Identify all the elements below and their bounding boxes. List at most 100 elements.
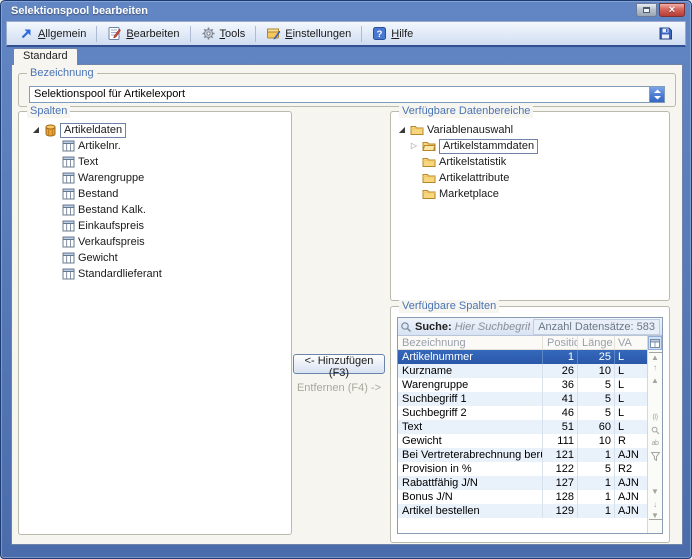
- search-input[interactable]: Hier Suchbegriff einge: [455, 321, 531, 333]
- menu-hilfe[interactable]: ? Hilfe: [366, 24, 419, 43]
- move-bottom-icon[interactable]: ▼: [649, 511, 662, 520]
- search-bar[interactable]: Suche: Hier Suchbegriff einge Anzahl Dat…: [398, 318, 662, 336]
- tree-node-artikelstatistik[interactable]: Artikelstatistik: [397, 154, 665, 170]
- column-header-laenge[interactable]: Länge: [577, 336, 614, 349]
- database-icon: [44, 124, 57, 137]
- tree-item[interactable]: Einkaufspreis: [31, 218, 287, 234]
- column-chooser-icon[interactable]: [648, 336, 662, 350]
- column-header-va[interactable]: VA: [614, 336, 647, 349]
- page-down-icon[interactable]: ▼: [649, 485, 662, 498]
- tree-item[interactable]: Gewicht: [31, 250, 287, 266]
- group-label: Bezeichnung: [27, 67, 97, 80]
- grid-row[interactable]: Suchbegriff 1 41 5 L: [398, 392, 647, 406]
- search-row-icon[interactable]: [649, 424, 662, 437]
- spalten-group: Spalten ◢ Artikeldaten Artikelnr.: [18, 111, 292, 535]
- grid-row[interactable]: Suchbegriff 2 46 5 L: [398, 406, 647, 420]
- gear-icon: [201, 26, 216, 41]
- tree-node-marketplace[interactable]: Marketplace: [397, 186, 665, 202]
- menu-bearbeiten[interactable]: Bearbeiten: [101, 24, 185, 43]
- close-button[interactable]: ×: [659, 3, 685, 17]
- cell-va: L: [614, 392, 647, 406]
- restore-button[interactable]: [636, 3, 657, 17]
- grid-row[interactable]: Artikelnummer 1 25 L: [398, 350, 647, 364]
- datenbereiche-tree: ◢ Variablenauswahl ▷ Artikelstammdaten A…: [391, 112, 669, 202]
- cell-bezeichnung: Bonus J/N: [398, 490, 542, 504]
- cell-laenge: 10: [577, 364, 614, 378]
- tree-node-variablenauswahl[interactable]: ◢ Variablenauswahl: [397, 122, 665, 138]
- cell-laenge: 60: [577, 420, 614, 434]
- incremental-search-icon[interactable]: ab: [649, 437, 662, 450]
- tree-item[interactable]: Warengruppe: [31, 170, 287, 186]
- settings-icon: [266, 26, 281, 41]
- cell-laenge: 5: [577, 378, 614, 392]
- grid-row[interactable]: Text 51 60 L: [398, 420, 647, 434]
- cell-laenge: 5: [577, 406, 614, 420]
- close-icon: ×: [669, 5, 675, 15]
- dialog-window: Selektionspool bearbeiten × Allgemein: [0, 0, 692, 559]
- grid-row[interactable]: Bonus J/N 128 1 AJN: [398, 490, 647, 504]
- cell-laenge: 25: [577, 350, 614, 364]
- columns-grid: Bezeichnung Position Länge VA Artikelnum…: [398, 336, 647, 533]
- restore-icon: [643, 7, 650, 13]
- combobox-dropdown-button[interactable]: [649, 87, 664, 102]
- menu-einstellungen[interactable]: Einstellungen: [260, 24, 357, 43]
- tree-item-label: Bestand: [78, 188, 118, 200]
- collapse-icon[interactable]: ◢: [31, 125, 41, 135]
- cell-bezeichnung: Gewicht: [398, 434, 542, 448]
- move-up-icon[interactable]: ↑: [649, 361, 662, 374]
- table-column-icon: [62, 188, 75, 200]
- grid-row[interactable]: Warengruppe 36 5 L: [398, 378, 647, 392]
- tree-item[interactable]: Standardlieferant: [31, 266, 287, 282]
- folder-icon: [422, 172, 436, 184]
- hinzufuegen-button[interactable]: <- Hinzufügen (F3): [293, 354, 385, 374]
- tab-standard[interactable]: Standard: [13, 48, 78, 65]
- menu-label: Bearbeiten: [126, 28, 179, 40]
- tree-item[interactable]: Verkaufspreis: [31, 234, 287, 250]
- grid-row[interactable]: Kurzname 26 10 L: [398, 364, 647, 378]
- titlebar[interactable]: Selektionspool bearbeiten ×: [1, 1, 691, 21]
- grid-row[interactable]: Provision in % 122 5 R2: [398, 462, 647, 476]
- grid-row[interactable]: Artikel bestellen 129 1 AJN: [398, 504, 647, 518]
- cell-bezeichnung: Bei Vertreterabrechnung berücksichtige: [398, 448, 542, 462]
- filter-icon[interactable]: [649, 450, 662, 463]
- arrow-up-right-icon: [19, 26, 34, 41]
- band-box-icon[interactable]: (I): [649, 411, 662, 424]
- svg-text:?: ?: [377, 29, 383, 40]
- move-top-icon[interactable]: ▲: [649, 352, 662, 361]
- titlebar-buttons: ×: [636, 3, 685, 17]
- bezeichnung-combobox[interactable]: Selektionspool für Artikelexport: [29, 86, 665, 103]
- tree-item[interactable]: Artikelnr.: [31, 138, 287, 154]
- cell-va: R2: [614, 462, 647, 476]
- cell-va: L: [614, 406, 647, 420]
- save-button[interactable]: [652, 24, 679, 43]
- collapse-icon[interactable]: ◢: [397, 125, 407, 135]
- menu-tools[interactable]: Tools: [195, 24, 252, 43]
- tree-item[interactable]: Text: [31, 154, 287, 170]
- grid-row[interactable]: Bei Vertreterabrechnung berücksichtige 1…: [398, 448, 647, 462]
- menu-allgemein[interactable]: Allgemein: [13, 24, 92, 43]
- tree-item[interactable]: Bestand: [31, 186, 287, 202]
- cell-position: 127: [542, 476, 577, 490]
- expand-icon[interactable]: ▷: [409, 141, 419, 151]
- bezeichnung-group: Bezeichnung Selektionspool für Artikelex…: [18, 73, 676, 107]
- tree-node-label: Artikeldaten: [60, 123, 126, 138]
- cell-position: 51: [542, 420, 577, 434]
- column-header-bezeichnung[interactable]: Bezeichnung: [398, 336, 542, 349]
- column-header-position[interactable]: Position: [542, 336, 577, 349]
- tree-item-label: Gewicht: [78, 252, 118, 264]
- spalten-tree: ◢ Artikeldaten Artikelnr. Text: [19, 112, 291, 282]
- tree-node-artikelattribute[interactable]: Artikelattribute: [397, 170, 665, 186]
- entfernen-button[interactable]: Entfernen (F4) ->: [293, 380, 385, 396]
- grid-row[interactable]: Rabattfähig J/N 127 1 AJN: [398, 476, 647, 490]
- tree-node-artikeldaten[interactable]: ◢ Artikeldaten: [31, 122, 287, 138]
- menu-label: Tools: [220, 28, 246, 40]
- table-column-icon: [62, 252, 75, 264]
- tree-item[interactable]: Bestand Kalk.: [31, 202, 287, 218]
- cell-laenge: 10: [577, 434, 614, 448]
- cell-bezeichnung: Artikelnummer: [398, 350, 542, 364]
- tree-node-artikelstammdaten[interactable]: ▷ Artikelstammdaten: [397, 138, 665, 154]
- tree-item-label: Text: [78, 156, 98, 168]
- page-up-icon[interactable]: ▲: [649, 374, 662, 387]
- grid-row[interactable]: Gewicht 111 10 R: [398, 434, 647, 448]
- tree-node-label: Marketplace: [439, 188, 499, 200]
